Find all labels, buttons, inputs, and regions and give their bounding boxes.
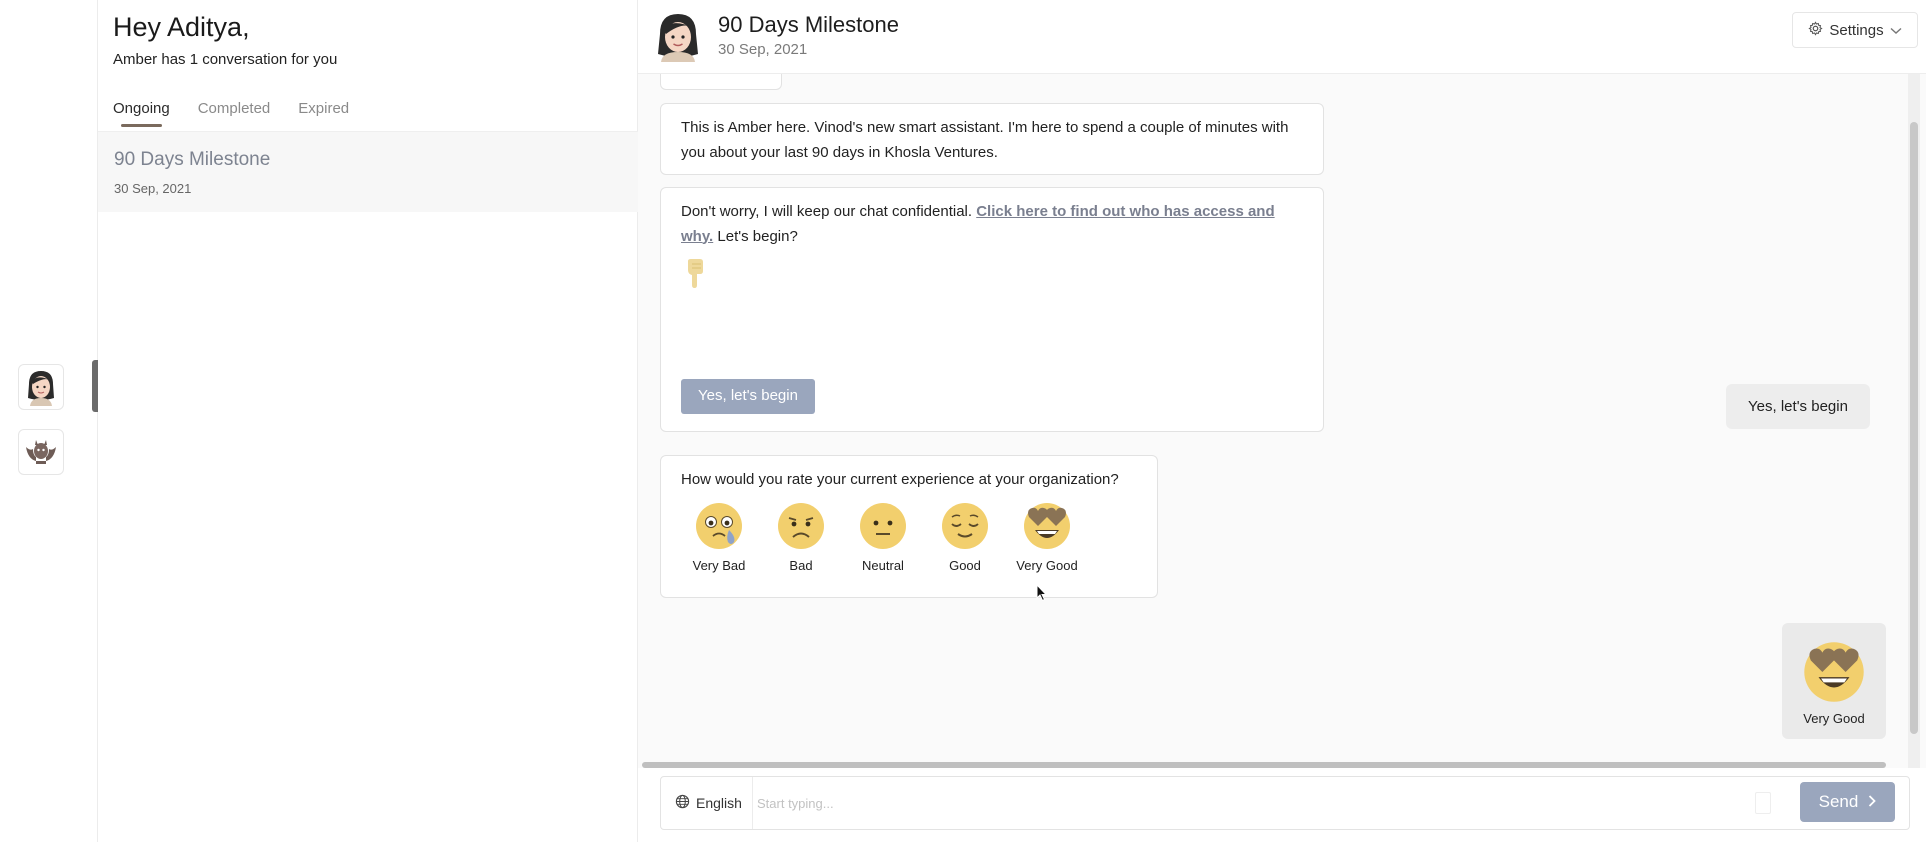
rating-option-bad[interactable]: Bad xyxy=(771,502,831,579)
rating-options: Very Bad Bad Neutral Good Very Good xyxy=(689,502,1078,579)
mouse-pointer-icon xyxy=(1036,583,1048,607)
horizontal-scrollbar[interactable] xyxy=(642,762,1886,768)
amber-avatar-icon[interactable] xyxy=(18,364,64,410)
send-label: Send xyxy=(1818,792,1859,811)
settings-label: Settings xyxy=(1829,21,1884,39)
language-selector[interactable]: English xyxy=(675,777,753,829)
rating-option-good[interactable]: Good xyxy=(935,502,995,579)
chat-panel: 90 Days Milestone 30 Sep, 2021 Settings … xyxy=(638,0,1926,842)
conversation-item[interactable]: 90 Days Milestone 30 Sep, 2021 xyxy=(98,132,638,212)
truncated-message-bubble xyxy=(660,74,782,90)
confidential-message-text: Don't worry, I will keep our chat confid… xyxy=(681,203,977,220)
rating-label: Neutral xyxy=(862,558,904,573)
icon-rail xyxy=(0,0,98,842)
messages-area[interactable]: This is Amber here. Vinod's new smart as… xyxy=(638,74,1926,768)
bot-message-bubble: Don't worry, I will keep our chat confid… xyxy=(660,187,1324,432)
globe-icon xyxy=(675,794,690,812)
tab-completed[interactable]: Completed xyxy=(198,100,271,127)
message-composer: English Send xyxy=(660,776,1910,830)
heart-eyes-face-icon xyxy=(1804,642,1864,702)
rating-label: Very Good xyxy=(1016,558,1078,573)
chat-header: 90 Days Milestone 30 Sep, 2021 Settings xyxy=(638,0,1926,74)
greeting-heading: Hey Aditya, xyxy=(113,12,250,42)
bat-avatar-icon[interactable] xyxy=(18,429,64,475)
rating-label: Very Bad xyxy=(692,558,746,573)
rating-option-very-good[interactable]: Very Good xyxy=(1016,502,1078,579)
conversation-list-panel: Hey Aditya, Amber has 1 conversation for… xyxy=(98,0,638,842)
heart-eyes-face-icon xyxy=(1024,503,1070,549)
conversation-date: 30 Sep, 2021 xyxy=(114,181,192,196)
selected-answer-label: Very Good xyxy=(1803,711,1865,726)
intro-message-text: This is Amber here. Vinod's new smart as… xyxy=(681,119,1289,161)
message-input[interactable] xyxy=(757,786,1697,820)
chevron-right-icon xyxy=(1868,792,1877,812)
gear-icon xyxy=(1808,20,1824,40)
vertical-scrollbar[interactable] xyxy=(1908,74,1920,768)
language-label: English xyxy=(696,795,742,811)
attachment-box[interactable] xyxy=(1755,792,1771,814)
tab-expired[interactable]: Expired xyxy=(298,100,349,127)
lets-begin-text: Let's begin? xyxy=(713,227,798,245)
selected-answer-card: Very Good xyxy=(1782,623,1886,739)
crying-face-icon xyxy=(696,503,742,549)
chat-title: 90 Days Milestone xyxy=(718,12,899,37)
vertical-scrollbar-thumb[interactable] xyxy=(1910,122,1918,734)
settings-button[interactable]: Settings xyxy=(1792,12,1918,48)
rating-label: Good xyxy=(949,558,981,573)
rating-label: Bad xyxy=(789,558,813,573)
user-reply-bubble: Yes, let's begin xyxy=(1726,384,1870,429)
frowning-face-icon xyxy=(778,503,824,549)
relieved-face-icon xyxy=(942,503,988,549)
rating-option-very-bad[interactable]: Very Bad xyxy=(689,502,749,579)
neutral-face-icon xyxy=(860,503,906,549)
pointing-down-hand-icon xyxy=(685,258,705,290)
amber-header-avatar-icon xyxy=(652,10,704,62)
chevron-down-icon xyxy=(1890,22,1902,39)
begin-button[interactable]: Yes, let's begin xyxy=(681,379,815,414)
tab-ongoing[interactable]: Ongoing xyxy=(113,100,170,127)
rating-card: How would you rate your current experien… xyxy=(660,455,1158,598)
send-button[interactable]: Send xyxy=(1800,782,1895,822)
conversation-title: 90 Days Milestone xyxy=(114,149,271,170)
rating-question: How would you rate your current experien… xyxy=(681,471,1119,488)
chat-date: 30 Sep, 2021 xyxy=(718,41,808,58)
rating-option-neutral[interactable]: Neutral xyxy=(853,502,913,579)
bot-message-bubble: This is Amber here. Vinod's new smart as… xyxy=(660,103,1324,175)
conversation-count-text: Amber has 1 conversation for you xyxy=(113,51,338,68)
conversation-tabs: Ongoing Completed Expired xyxy=(113,100,349,127)
app-root: Hey Aditya, Amber has 1 conversation for… xyxy=(0,0,1926,842)
